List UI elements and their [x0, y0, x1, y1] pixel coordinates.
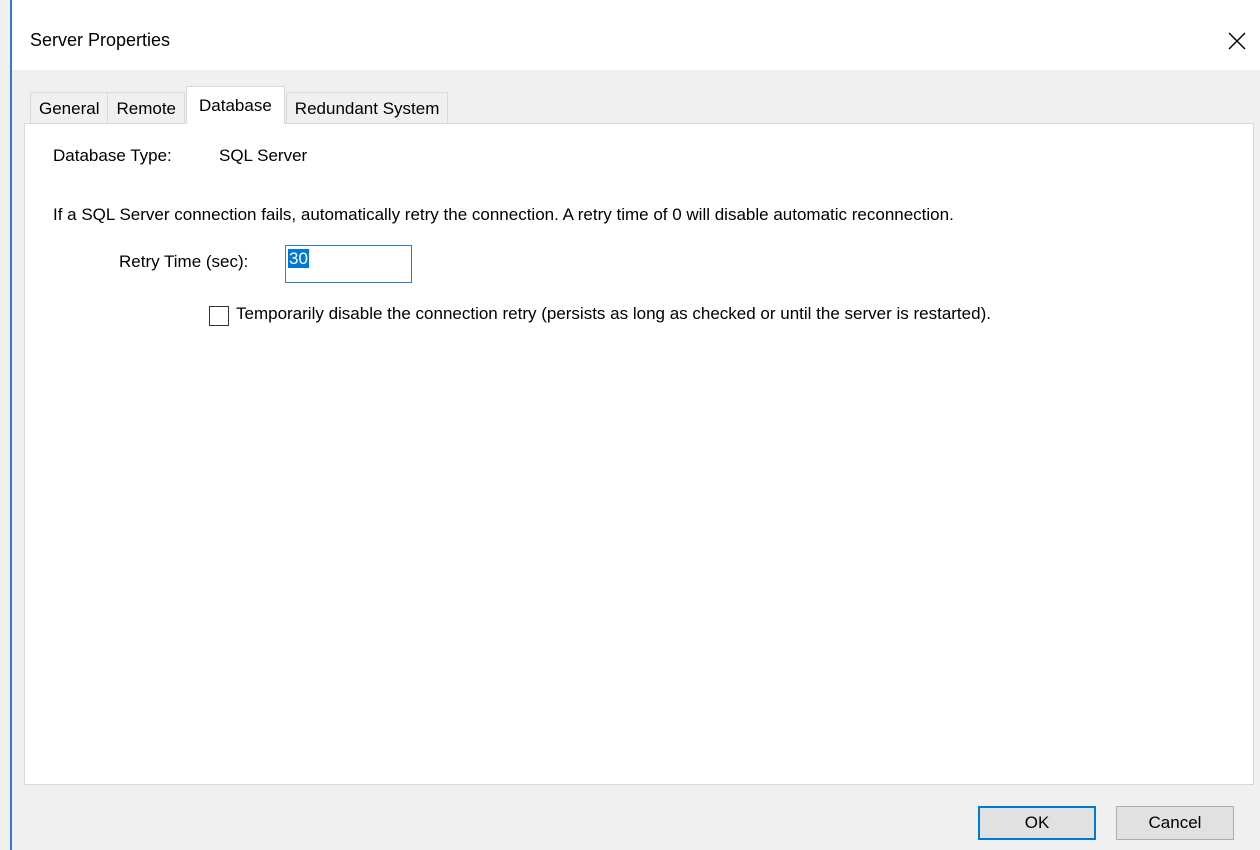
retry-info-text: If a SQL Server connection fails, automa… — [53, 205, 954, 224]
database-tab-panel: Database Type: SQL Server If a SQL Serve… — [24, 123, 1254, 785]
close-button[interactable] — [1214, 18, 1260, 64]
cancel-button[interactable]: Cancel — [1116, 806, 1234, 840]
database-type-label: Database Type: — [53, 146, 172, 165]
tab-strip: General Remote Database Redundant System — [30, 86, 449, 124]
window-border — [10, 0, 12, 850]
retry-time-value: 30 — [288, 249, 309, 268]
tab-remote[interactable]: Remote — [107, 92, 186, 124]
title-bar[interactable]: Server Properties — [12, 0, 1260, 70]
disable-retry-label[interactable]: Temporarily disable the connection retry… — [236, 304, 991, 324]
tab-database[interactable]: Database — [186, 86, 285, 124]
tab-general[interactable]: General — [30, 92, 109, 124]
retry-time-input[interactable]: 30 — [285, 245, 412, 283]
close-icon — [1228, 32, 1246, 50]
window-title: Server Properties — [30, 30, 171, 50]
dialog-window: Server Properties General Remote Databas… — [0, 0, 1260, 850]
tab-redundant-system[interactable]: Redundant System — [285, 92, 449, 124]
database-type-value: SQL Server — [219, 146, 308, 165]
retry-time-label: Retry Time (sec): — [119, 252, 249, 271]
ok-button[interactable]: OK — [978, 806, 1096, 840]
disable-retry-checkbox[interactable] — [209, 306, 229, 326]
